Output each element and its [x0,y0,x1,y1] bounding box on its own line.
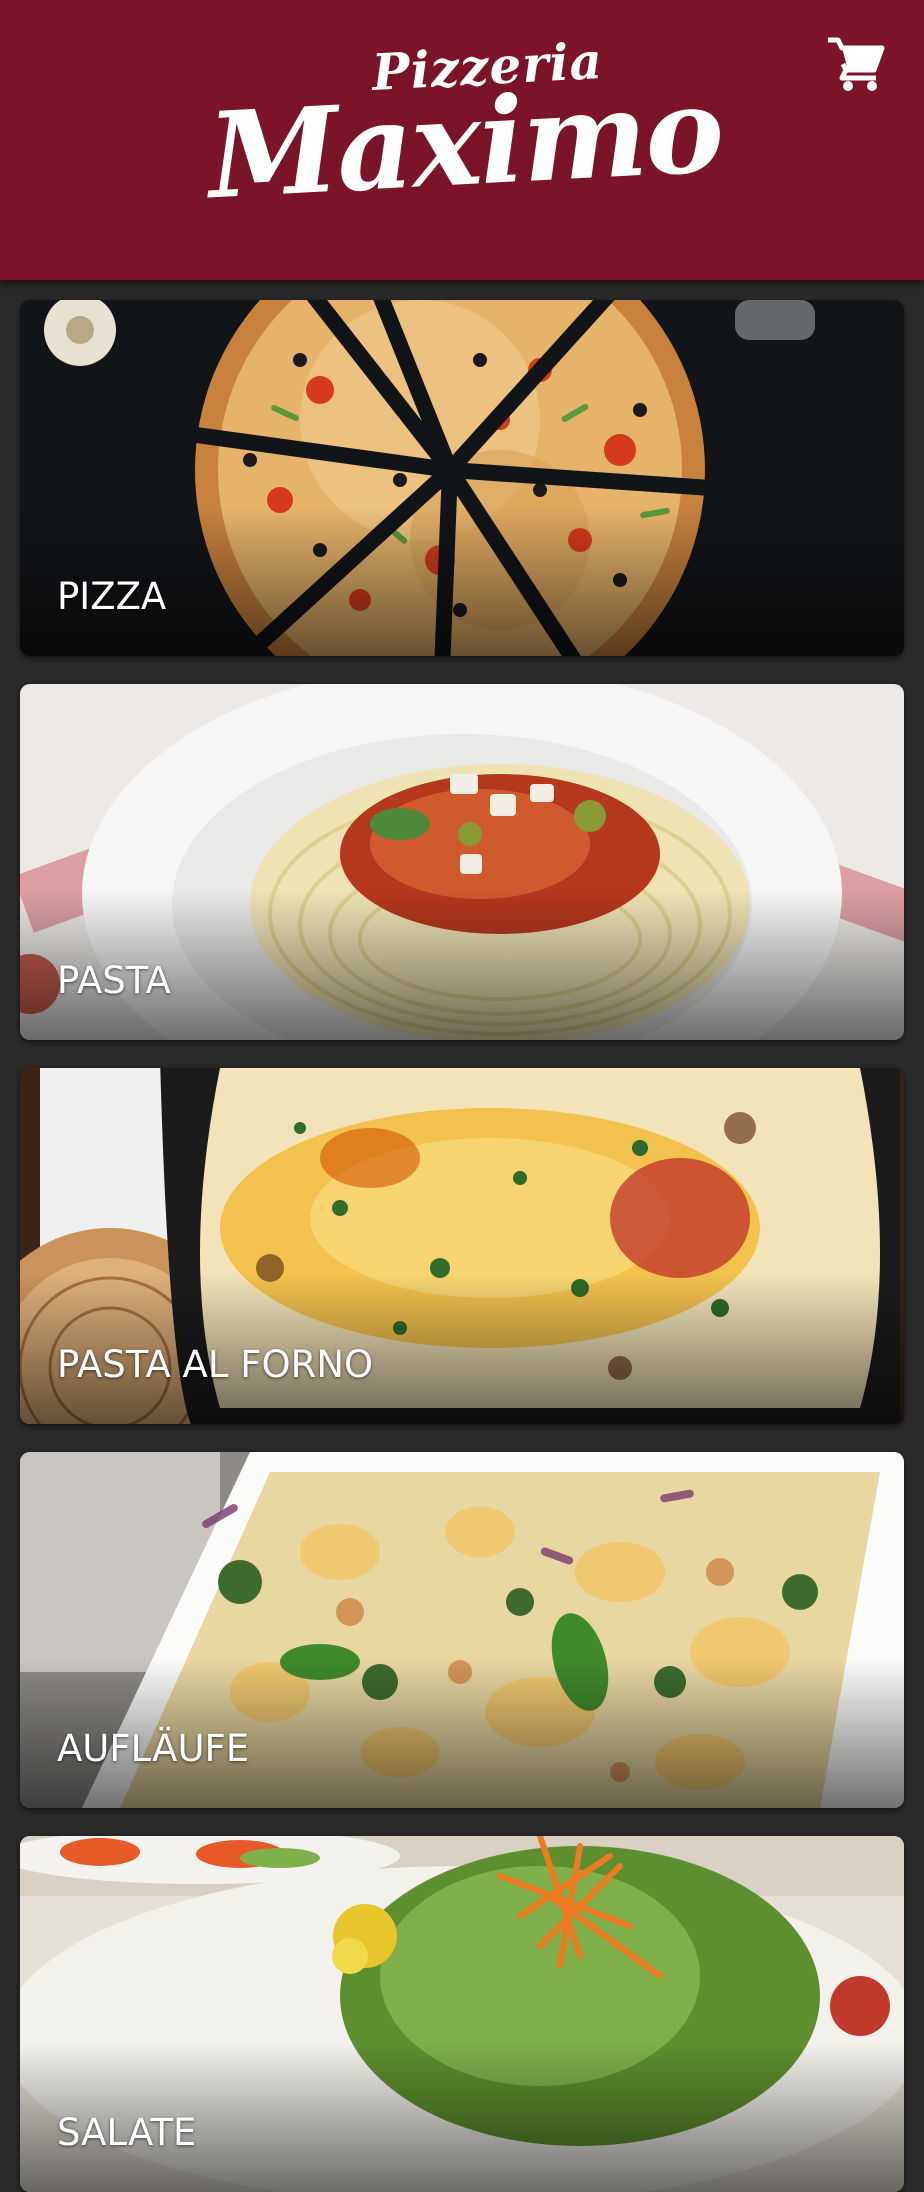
category-card-pasta[interactable]: PASTA [20,684,904,1040]
category-card-pasta-al-forno[interactable]: PASTA AL FORNO [20,1068,904,1424]
category-card-salate[interactable]: SALATE [20,1836,904,2192]
category-label-pasta-al-forno: PASTA AL FORNO [57,1343,374,1386]
cart-button[interactable] [826,34,886,94]
category-card-pizza[interactable]: PIZZA [20,300,904,656]
app-header: Pizzeria Maximo [0,0,924,280]
category-label-auflaeufe: AUFLÄUFE [57,1727,250,1770]
category-label-pizza: PIZZA [57,575,167,618]
category-label-salate: SALATE [57,2111,197,2154]
shopping-cart-icon [828,37,885,91]
brand-logo[interactable]: Pizzeria Maximo [0,0,924,280]
brand-logo-title: Maximo [204,59,726,226]
category-card-auflaeufe[interactable]: AUFLÄUFE [20,1452,904,1808]
category-label-pasta: PASTA [57,959,171,1002]
